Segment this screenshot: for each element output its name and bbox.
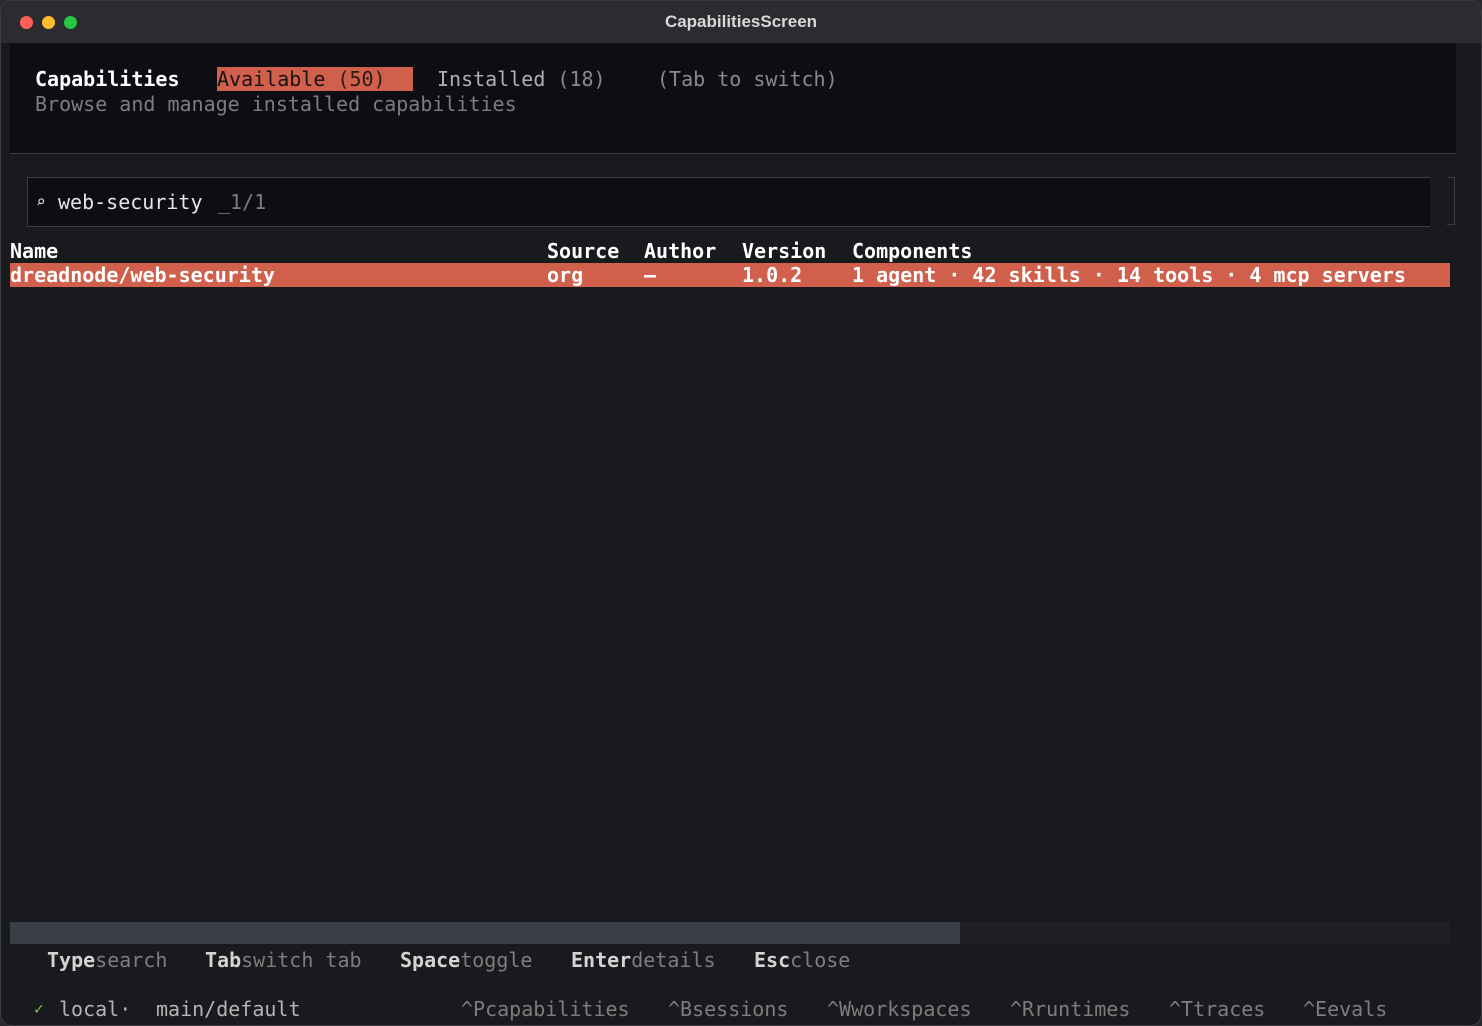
cell-version: 1.0.2: [742, 263, 803, 287]
title-bar: CapabilitiesScreen: [1, 1, 1481, 43]
horizontal-scrollbar[interactable]: [10, 922, 1450, 944]
key-description: details: [631, 948, 716, 972]
scrollbar-thumb[interactable]: [10, 922, 960, 944]
key-label: Enter: [571, 948, 632, 972]
page-subtitle: Browse and manage installed capabilities: [35, 92, 517, 116]
key-description: search: [95, 948, 168, 972]
keybinding-enter: Enterdetails: [571, 948, 716, 972]
capabilities-table: Name Source Author Version Components dr…: [10, 239, 1450, 922]
column-header-components[interactable]: Components: [852, 239, 972, 263]
key-label: Type: [47, 948, 96, 972]
tab-available[interactable]: Available (50): [217, 67, 413, 91]
tab-installed-label: Installed: [437, 67, 546, 91]
connection-status: local·: [59, 997, 132, 1021]
nav-evals[interactable]: ^Eevals: [1303, 997, 1387, 1021]
column-header-name[interactable]: Name: [10, 239, 58, 263]
search-icon: ⌕: [36, 192, 46, 211]
keybinding-space: Spacetoggle: [400, 948, 532, 972]
keybinding-bar: Typesearch Tabswitch tab Spacetoggle Ent…: [1, 945, 1481, 975]
screen-header: Capabilities Available (50) Installed (1…: [10, 43, 1456, 153]
terminal-window: CapabilitiesScreen Capabilities Availabl…: [0, 0, 1482, 1026]
cell-author: –: [644, 263, 657, 287]
cell-source: org: [547, 263, 584, 287]
key-description: close: [790, 948, 851, 972]
nav-capabilities[interactable]: ^Pcapabilities: [461, 997, 630, 1021]
key-label: Tab: [205, 948, 242, 972]
header-divider: [10, 153, 1456, 154]
keybinding-type: Typesearch: [47, 948, 167, 972]
nav-traces[interactable]: ^Ttraces: [1169, 997, 1265, 1021]
text-cursor: _: [218, 190, 231, 214]
keybinding-tab: Tabswitch tab: [205, 948, 362, 972]
column-header-author[interactable]: Author: [644, 239, 716, 263]
column-header-version[interactable]: Version: [742, 239, 826, 263]
search-input[interactable]: ⌕ web-security _ 1/1: [27, 177, 1430, 227]
cell-components: 1 agent · 42 skills · 14 tools · 4 mcp s…: [852, 263, 1406, 287]
key-label: Esc: [754, 948, 791, 972]
nav-workspaces[interactable]: ^Wworkspaces: [827, 997, 972, 1021]
keybinding-esc: Escclose: [754, 948, 850, 972]
table-row[interactable]: dreadnode/web-security org – 1.0.2 1 age…: [10, 263, 1450, 287]
column-header-source[interactable]: Source: [547, 239, 619, 263]
key-description: toggle: [460, 948, 533, 972]
key-description: switch tab: [241, 948, 362, 972]
workspace-label: main/default: [156, 997, 301, 1021]
cell-name: dreadnode/web-security: [10, 263, 275, 287]
search-match-count: 1/1: [230, 190, 267, 214]
page-title: Capabilities: [35, 67, 180, 91]
terminal-content: Capabilities Available (50) Installed (1…: [1, 43, 1481, 1025]
nav-runtimes[interactable]: ^Rruntimes: [1010, 997, 1130, 1021]
tab-installed[interactable]: Installed (18): [437, 67, 606, 91]
check-icon: ✓: [34, 999, 44, 1018]
key-label: Space: [400, 948, 461, 972]
tab-hint: (Tab to switch): [657, 67, 838, 91]
search-box-edge: [1447, 177, 1455, 225]
tab-available-label: Available: [217, 67, 326, 91]
nav-sessions[interactable]: ^Bsessions: [668, 997, 788, 1021]
window-title: CapabilitiesScreen: [664, 12, 818, 31]
tab-installed-count: (18): [557, 67, 606, 91]
tab-available-count: (50): [337, 67, 386, 91]
status-bar: ✓ local· main/default ^Pcapabilities ^Bs…: [1, 994, 1481, 1024]
search-value: web-security: [58, 190, 203, 214]
